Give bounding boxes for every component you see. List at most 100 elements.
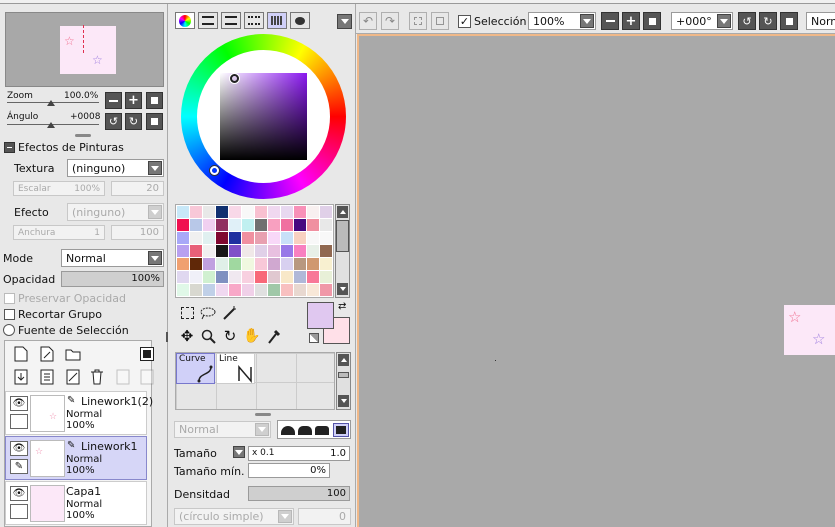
color-swatch[interactable] (216, 206, 228, 218)
canvas-blend-select[interactable]: Norma (806, 12, 835, 30)
swatch-scrollbar[interactable] (335, 204, 350, 298)
color-swatch[interactable] (229, 219, 241, 231)
color-swatch[interactable] (307, 284, 319, 296)
zoom-slider-handle[interactable] (47, 100, 55, 106)
rotate-left-button[interactable]: ↺ (105, 113, 122, 130)
move-icon[interactable]: ✥ (178, 327, 196, 345)
rect-select-icon[interactable] (178, 304, 196, 322)
merge-layers-icon[interactable] (38, 368, 56, 386)
color-swatch[interactable] (177, 258, 189, 270)
scroll-up-icon[interactable] (338, 354, 349, 366)
color-swatch[interactable] (307, 258, 319, 270)
canvas-zoom-reset-button[interactable] (643, 12, 661, 30)
color-swatch[interactable] (320, 206, 332, 218)
color-swatch[interactable] (229, 271, 241, 283)
brush-shape-selector[interactable] (277, 420, 351, 439)
canvas-rotate-reset-button[interactable] (780, 12, 798, 30)
color-swatch[interactable] (307, 271, 319, 283)
color-swatch[interactable] (294, 206, 306, 218)
scroll-up-icon[interactable] (337, 206, 348, 218)
medium-edge-icon[interactable] (315, 426, 329, 435)
color-swatch[interactable] (229, 258, 241, 270)
color-swatch[interactable] (320, 284, 332, 296)
zoom-out-button[interactable] (105, 92, 122, 109)
color-swatch[interactable] (281, 219, 293, 231)
color-swatch[interactable] (216, 219, 228, 231)
color-swatch[interactable] (281, 206, 293, 218)
scratchpad-tab[interactable] (290, 12, 310, 29)
magic-wand-icon[interactable] (221, 304, 239, 322)
color-swatch[interactable] (268, 219, 280, 231)
zoom-in-button[interactable]: + (125, 92, 142, 109)
color-swatch[interactable] (190, 232, 202, 244)
color-swatch[interactable] (216, 245, 228, 257)
color-swatch[interactable] (294, 245, 306, 257)
selection-visibility-checkbox[interactable]: ✓ (458, 15, 471, 28)
navigator-preview[interactable]: ☆ ☆ (5, 12, 164, 87)
clear-layer-icon[interactable] (64, 368, 82, 386)
color-swatch[interactable] (281, 232, 293, 244)
hsv-sliders-tab[interactable] (221, 12, 241, 29)
color-swatch[interactable] (255, 206, 267, 218)
zoom-icon[interactable] (199, 327, 217, 345)
color-swatch[interactable] (320, 245, 332, 257)
color-swatch[interactable] (242, 271, 254, 283)
brush-tool-scrollbar[interactable] (336, 352, 351, 410)
color-swatch[interactable] (294, 232, 306, 244)
color-swatch[interactable] (190, 258, 202, 270)
redo-button[interactable]: ↷ (381, 12, 399, 30)
color-swatch[interactable] (242, 219, 254, 231)
canvas-zoom-out-button[interactable] (601, 12, 619, 30)
color-swatch[interactable] (294, 284, 306, 296)
merge-down-icon[interactable] (12, 368, 30, 386)
color-swatch[interactable] (242, 232, 254, 244)
color-swatch[interactable] (255, 258, 267, 270)
canvas-zoom-in-button[interactable]: + (622, 12, 640, 30)
size-multiplier-dropdown[interactable] (233, 446, 245, 458)
color-swatch[interactable] (320, 219, 332, 231)
color-swatch[interactable] (268, 284, 280, 296)
color-swatch[interactable] (203, 219, 215, 231)
collapse-toggle[interactable] (4, 142, 15, 153)
color-swatch[interactable] (255, 219, 267, 231)
layer-panel-scrollbar[interactable] (166, 332, 168, 342)
angle-slider-handle[interactable] (47, 122, 55, 128)
color-swatch[interactable] (268, 232, 280, 244)
sv-marker[interactable] (230, 74, 239, 83)
color-swatch[interactable] (281, 245, 293, 257)
transparent-color-icon[interactable] (309, 333, 319, 343)
color-swatch[interactable] (229, 245, 241, 257)
color-swatch[interactable] (203, 206, 215, 218)
swatches-tab[interactable] (267, 12, 287, 29)
panel-splitter[interactable] (75, 134, 91, 137)
panel-splitter[interactable] (255, 413, 271, 416)
canvas-rotate-left-button[interactable]: ↺ (738, 12, 756, 30)
saturation-value-square[interactable] (220, 73, 307, 160)
scroll-thumb[interactable] (338, 372, 349, 378)
canvas-document[interactable]: ☆ ☆ (784, 305, 835, 355)
lock-toggle[interactable] (10, 414, 28, 429)
color-swatch[interactable] (242, 206, 254, 218)
blend-mode-select[interactable]: Normal (61, 249, 164, 267)
color-swatch[interactable] (294, 258, 306, 270)
invert-selection-button[interactable] (431, 12, 449, 30)
color-swatch[interactable] (216, 232, 228, 244)
color-swatch[interactable] (216, 258, 228, 270)
line-tool[interactable]: Line (216, 353, 255, 384)
color-swatch[interactable] (242, 245, 254, 257)
scroll-down-icon[interactable] (337, 283, 348, 295)
new-layer-icon[interactable] (12, 345, 30, 363)
color-swatch[interactable] (307, 245, 319, 257)
new-layer-from-file-icon[interactable] (38, 345, 56, 363)
delete-layer-icon[interactable] (88, 368, 106, 386)
canvas-rotate-select[interactable]: +000° (671, 12, 733, 30)
lock-toggle[interactable] (10, 504, 28, 519)
zoom-reset-button[interactable] (146, 92, 163, 109)
color-swatch[interactable] (281, 284, 293, 296)
color-swatch[interactable] (190, 271, 202, 283)
canvas-rotate-right-button[interactable]: ↻ (759, 12, 777, 30)
soft-edge-icon[interactable] (298, 426, 312, 435)
color-swatch[interactable] (320, 232, 332, 244)
color-swatch[interactable] (177, 271, 189, 283)
toolbar-menu-button[interactable] (337, 14, 352, 29)
